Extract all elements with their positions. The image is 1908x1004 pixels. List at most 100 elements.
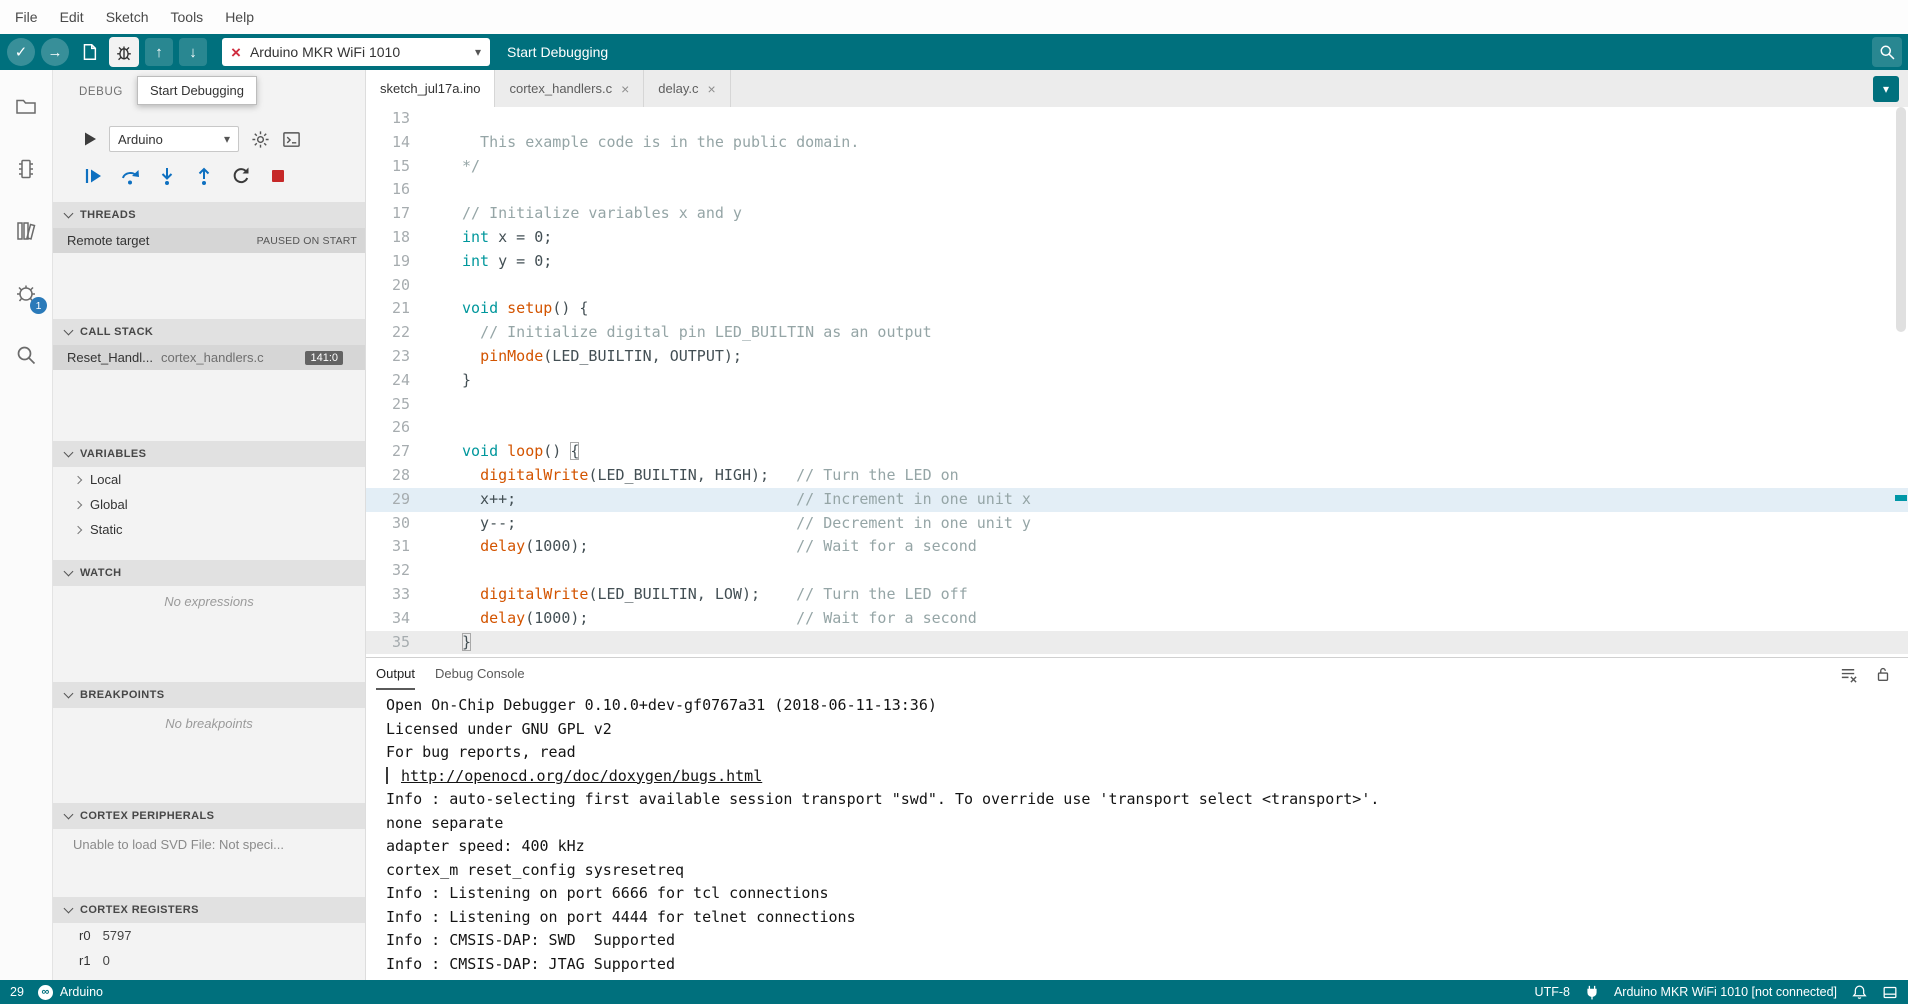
panel-tab-debug-console[interactable]: Debug Console xyxy=(435,658,525,690)
line-number: 13 xyxy=(366,107,462,131)
thread-row[interactable]: Remote target PAUSED ON START xyxy=(53,228,365,253)
code-line[interactable]: 31 delay(1000); // Wait for a second xyxy=(366,535,1908,559)
open-button[interactable]: ↑ xyxy=(145,38,173,66)
code-line[interactable]: 14 This example code is in the public do… xyxy=(366,131,1908,155)
code-text: void loop() { xyxy=(462,440,579,464)
step-over-icon xyxy=(120,166,140,186)
code-line[interactable]: 32 xyxy=(366,559,1908,583)
code-line[interactable]: 20 xyxy=(366,274,1908,298)
scroll-lock-button[interactable] xyxy=(1874,665,1892,684)
bell-icon[interactable] xyxy=(1852,984,1867,1000)
console-line: adapter speed: 400 kHz xyxy=(386,835,1908,859)
console-link[interactable]: http://openocd.org/doc/doxygen/bugs.html xyxy=(401,767,762,785)
tab-delay.c[interactable]: delay.c× xyxy=(644,70,730,107)
encoding-indicator[interactable]: UTF-8 xyxy=(1535,985,1570,999)
variables-header[interactable]: VARIABLES xyxy=(53,441,365,467)
tab-list-dropdown-button[interactable]: ▾ xyxy=(1873,76,1899,102)
tab-cortex_handlers.c[interactable]: cortex_handlers.c× xyxy=(495,70,644,107)
editor-scrollbar[interactable] xyxy=(1894,107,1908,657)
new-sketch-button[interactable] xyxy=(75,38,103,66)
continue-button[interactable] xyxy=(83,166,103,186)
code-line[interactable]: 26 xyxy=(366,416,1908,440)
close-icon[interactable]: × xyxy=(621,82,629,96)
upload-button[interactable]: → xyxy=(41,38,69,66)
play-icon[interactable] xyxy=(83,131,97,147)
clear-output-button[interactable] xyxy=(1839,665,1858,684)
register-row-r0[interactable]: r05797 xyxy=(53,923,365,948)
code-line[interactable]: 16 xyxy=(366,178,1908,202)
code-text: This example code is in the public domai… xyxy=(462,131,859,155)
sidebar-item-library-manager[interactable] xyxy=(9,214,43,248)
register-row-r1[interactable]: r10 xyxy=(53,948,365,973)
sidebar-item-debug[interactable]: 1 xyxy=(9,276,43,310)
call-stack-header[interactable]: CALL STACK xyxy=(53,319,365,345)
sidebar-item-sketchbook[interactable] xyxy=(9,90,43,124)
board-disconnected-icon: × xyxy=(231,44,241,61)
variables-scope-static[interactable]: Static xyxy=(53,517,365,542)
status-brand[interactable]: ∞ Arduino xyxy=(38,985,103,1000)
panel-toggle-icon[interactable] xyxy=(1882,985,1898,1000)
console-line: Info : auto-selecting first available se… xyxy=(386,788,1908,812)
close-icon[interactable]: × xyxy=(708,82,716,96)
menu-item-tools[interactable]: Tools xyxy=(160,0,215,34)
code-line[interactable]: 28 digitalWrite(LED_BUILTIN, HIGH); // T… xyxy=(366,464,1908,488)
step-over-button[interactable] xyxy=(120,166,140,186)
code-line[interactable]: 18int x = 0; xyxy=(366,226,1908,250)
code-line[interactable]: 15*/ xyxy=(366,155,1908,179)
code-line[interactable]: 19int y = 0; xyxy=(366,250,1908,274)
board-selector[interactable]: × Arduino MKR WiFi 1010 ▾ xyxy=(222,38,490,66)
cortex-registers-header[interactable]: CORTEX REGISTERS xyxy=(53,897,365,923)
panel-header: Output Debug Console xyxy=(366,658,1908,690)
search-button[interactable] xyxy=(1872,37,1902,67)
code-line[interactable]: 35} xyxy=(366,631,1908,655)
tab-sketch_jul17a.ino[interactable]: sketch_jul17a.ino xyxy=(366,70,495,107)
watch-header[interactable]: WATCH xyxy=(53,560,365,586)
code-line[interactable]: 21void setup() { xyxy=(366,297,1908,321)
sidebar-item-boards-manager[interactable] xyxy=(9,152,43,186)
breakpoints-header[interactable]: BREAKPOINTS xyxy=(53,682,365,708)
sidebar-title: DEBUG xyxy=(79,86,123,98)
folder-icon xyxy=(14,95,38,119)
code-line[interactable]: 24} xyxy=(366,369,1908,393)
code-line[interactable]: 25 xyxy=(366,393,1908,417)
code-line[interactable]: 17// Initialize variables x and y xyxy=(366,202,1908,226)
menu-item-sketch[interactable]: Sketch xyxy=(95,0,160,34)
debug-console-button[interactable] xyxy=(282,130,301,149)
debug-button[interactable] xyxy=(109,37,139,67)
sidebar-item-search[interactable] xyxy=(9,338,43,372)
code-line[interactable]: 22 // Initialize digital pin LED_BUILTIN… xyxy=(366,321,1908,345)
scrollbar-thumb[interactable] xyxy=(1896,107,1906,332)
code-line[interactable]: 30 y--; // Decrement in one unit y xyxy=(366,512,1908,536)
section-title: CALL STACK xyxy=(80,326,153,338)
save-button[interactable]: ↓ xyxy=(179,38,207,66)
verify-button[interactable]: ✓ xyxy=(7,38,35,66)
stop-button[interactable] xyxy=(268,166,288,186)
restart-button[interactable] xyxy=(231,166,251,186)
code-line[interactable]: 27void loop() { xyxy=(366,440,1908,464)
variables-scope-local[interactable]: Local xyxy=(53,467,365,492)
threads-header[interactable]: THREADS xyxy=(53,202,365,228)
code-text: // Initialize digital pin LED_BUILTIN as… xyxy=(462,321,932,345)
code-line[interactable]: 34 delay(1000); // Wait for a second xyxy=(366,607,1908,631)
code-line[interactable]: 33 digitalWrite(LED_BUILTIN, LOW); // Tu… xyxy=(366,583,1908,607)
call-stack-frame-row[interactable]: Reset_Handl... cortex_handlers.c 141:0 xyxy=(53,345,365,370)
chevron-down-icon xyxy=(64,689,74,699)
debug-config-select[interactable]: Arduino ▾ xyxy=(109,126,239,152)
step-into-button[interactable] xyxy=(157,166,177,186)
menu-item-file[interactable]: File xyxy=(4,0,49,34)
code-line[interactable]: 13 xyxy=(366,107,1908,131)
gear-button[interactable] xyxy=(251,130,270,149)
status-count[interactable]: 29 xyxy=(10,985,24,999)
thread-target: Remote target xyxy=(67,233,149,248)
board-status[interactable]: Arduino MKR WiFi 1010 [not connected] xyxy=(1614,985,1837,999)
cortex-peripherals-header[interactable]: CORTEX PERIPHERALS xyxy=(53,803,365,829)
bottom-panel: OutputDebug Console Open On-Chip Debugge… xyxy=(366,657,1908,980)
code-line[interactable]: 23 pinMode(LED_BUILTIN, OUTPUT); xyxy=(366,345,1908,369)
panel-tab-output[interactable]: Output xyxy=(376,658,415,690)
variables-scope-global[interactable]: Global xyxy=(53,492,365,517)
menu-item-edit[interactable]: Edit xyxy=(49,0,95,34)
menu-item-help[interactable]: Help xyxy=(214,0,265,34)
code-line[interactable]: 29 x++; // Increment in one unit x xyxy=(366,488,1908,512)
step-out-button[interactable] xyxy=(194,166,214,186)
code-editor[interactable]: 1314 This example code is in the public … xyxy=(366,107,1908,657)
